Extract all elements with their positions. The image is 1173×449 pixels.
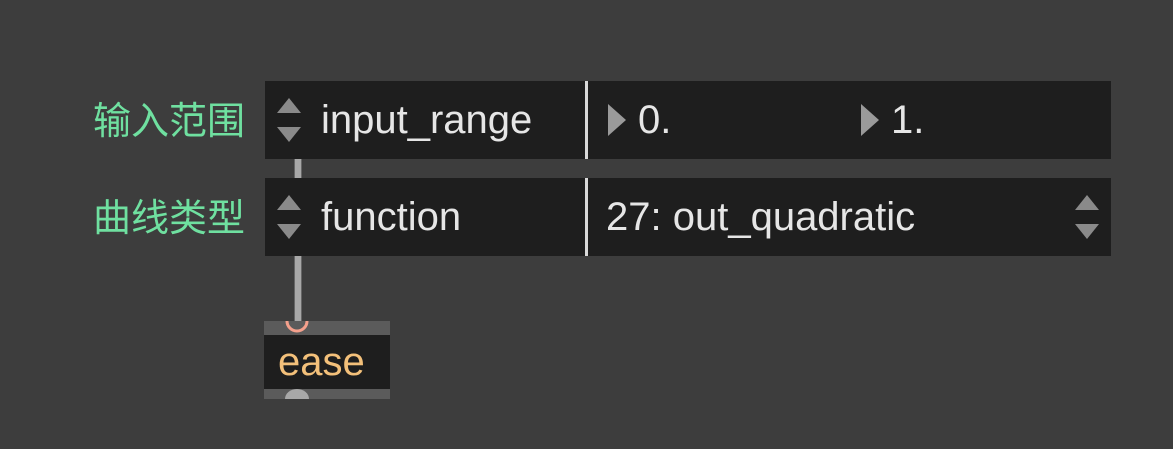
- range-min-number-box[interactable]: 0.: [606, 81, 846, 159]
- patch-cable[interactable]: [294, 256, 302, 324]
- menu-updown-icon[interactable]: [1073, 192, 1101, 242]
- inlet-icon[interactable]: [285, 321, 309, 333]
- curve-type-label: 曲线类型: [92, 196, 245, 240]
- function-row: function 27: out_quadratic: [265, 178, 1111, 256]
- param-name: input_range: [321, 98, 533, 142]
- ease-object[interactable]: ease: [264, 321, 390, 399]
- input-range-label: 输入范围: [92, 99, 245, 143]
- object-text: ease: [278, 340, 365, 384]
- patch-cable[interactable]: [294, 158, 302, 178]
- outlet-icon[interactable]: [285, 387, 309, 399]
- input-range-row: input_range 0. 1.: [265, 81, 1111, 159]
- stepper-arrows-icon[interactable]: [275, 95, 303, 145]
- range-max-number-box[interactable]: 1.: [859, 81, 1099, 159]
- triangle-right-icon: [861, 104, 879, 136]
- divider: [585, 81, 588, 159]
- param-name: function: [321, 195, 462, 239]
- divider: [585, 178, 588, 256]
- range-max-value: 1.: [891, 98, 925, 142]
- triangle-right-icon: [608, 104, 626, 136]
- function-menu-value[interactable]: 27: out_quadratic: [606, 178, 915, 256]
- range-min-value: 0.: [638, 98, 672, 142]
- object-bottom-bar: [264, 389, 390, 399]
- object-top-bar: [264, 321, 390, 335]
- stepper-arrows-icon[interactable]: [275, 192, 303, 242]
